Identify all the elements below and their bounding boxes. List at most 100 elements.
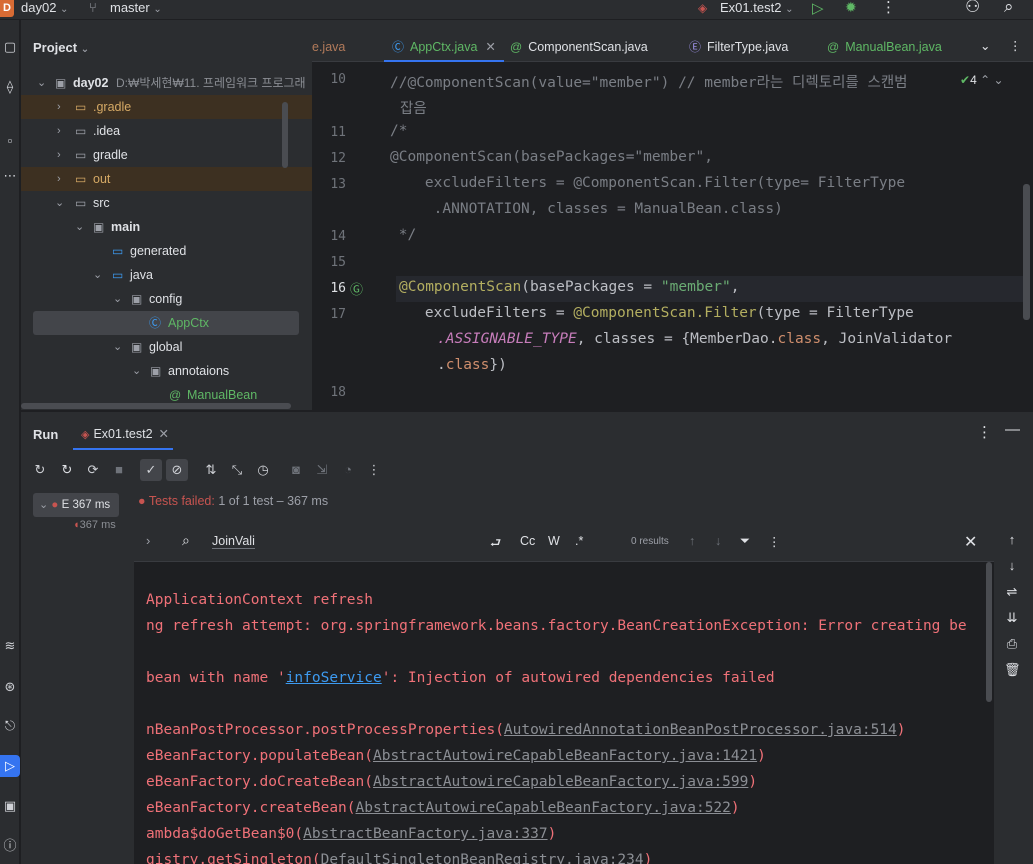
editor-tab[interactable]: @ ComponentScan.java [510, 20, 648, 62]
terminal-icon[interactable]: ⎋ [0, 715, 20, 737]
tree-item[interactable]: ⌄ ▭ src [21, 191, 312, 215]
regex-replace-icon[interactable]: ⮐ [490, 534, 501, 555]
chevron-down-icon[interactable]: ⌄ [39, 499, 48, 511]
chevron-right-icon[interactable]: › [57, 95, 61, 119]
console-link[interactable]: AbstractAutowireCapableBeanFactory.java:… [373, 748, 757, 764]
tree-item[interactable]: › ▭ .idea [21, 119, 312, 143]
rerun-failed-icon[interactable]: ↻ [56, 459, 78, 481]
spring-bean-gutter-icon[interactable]: Ⓖ [350, 279, 363, 298]
services-icon[interactable]: ⊛ [0, 676, 20, 698]
console-scrollbar[interactable] [986, 562, 992, 702]
more-icon[interactable]: ⋮ [768, 534, 781, 549]
whole-word-toggle[interactable]: W [548, 534, 560, 548]
chevron-down-icon[interactable]: ⌄ [994, 73, 1004, 87]
chevron-right-icon[interactable]: › [146, 533, 150, 548]
sort-icon[interactable]: ⇅ [200, 459, 222, 481]
rerun-icon[interactable]: ↻ [29, 459, 51, 481]
git-icon[interactable]: ⓘ [0, 835, 20, 857]
chevron-down-icon[interactable]: ⌄ [55, 191, 64, 215]
tree-item[interactable]: ⌄ ▭ java [21, 263, 312, 287]
editor-scrollbar[interactable] [1023, 184, 1030, 320]
arrow-up-icon[interactable]: ↑ [1004, 532, 1020, 547]
chevron-right-icon[interactable]: › [57, 143, 61, 167]
tab-run-config[interactable]: ◈ Ex01.test2 ✕ [73, 418, 174, 450]
console-link[interactable]: infoService [286, 670, 382, 686]
run-config-selector[interactable]: Ex01.test2 ⌄ [720, 0, 793, 15]
tree-item[interactable]: ⌄ ▣ global [21, 335, 312, 359]
import-icon[interactable]: ⇲ [311, 459, 333, 481]
trash-icon[interactable]: 🗑 [1004, 662, 1021, 678]
console-link[interactable]: DefaultSingletonBeanRegistry.java:234 [321, 852, 644, 864]
tabs-dropdown-icon[interactable]: ⌄ [980, 20, 990, 62]
arrow-down-icon[interactable]: ↓ [1004, 558, 1020, 573]
branch-icon[interactable]: ⑂ [89, 0, 97, 15]
chevron-right-icon[interactable]: › [57, 119, 61, 143]
test-tree-item[interactable]: ◖367 ms [73, 519, 116, 531]
more-icon[interactable]: ⋮ [363, 459, 385, 481]
minimize-icon[interactable]: — [1005, 421, 1020, 438]
soft-wrap-icon[interactable]: ⇌ [1004, 584, 1020, 600]
editor-tab[interactable]: e.java [312, 20, 345, 62]
more-icon[interactable]: ⋯ [0, 165, 20, 187]
commit-icon[interactable]: ⟠ [0, 76, 20, 98]
project-badge[interactable]: D [0, 0, 14, 17]
close-icon[interactable]: ✕ [964, 532, 977, 552]
history-icon[interactable]: ◷ [252, 459, 274, 481]
branch-switcher[interactable]: master ⌄ [110, 0, 162, 15]
tree-item[interactable]: › ▭ gradle [21, 143, 312, 167]
console-link[interactable]: AutowiredAnnotationBeanPostProcessor.jav… [504, 722, 897, 738]
console-link[interactable]: AbstractAutowireCapableBeanFactory.java:… [373, 774, 748, 790]
inspection-widget[interactable]: ✔4 ⌃ ⌄ [960, 73, 1004, 87]
run-button[interactable]: ▷ [812, 0, 824, 17]
arrow-down-icon[interactable]: ↓ [715, 534, 721, 548]
folder-icon[interactable]: ▢ [0, 36, 20, 58]
problems-icon[interactable]: ▣ [0, 795, 20, 817]
arrow-up-icon[interactable]: ↑ [689, 534, 695, 548]
chevron-down-icon[interactable]: ⌄ [113, 335, 122, 359]
more-icon[interactable]: ⋮ [1009, 20, 1022, 62]
editor-tab-active[interactable]: Ⓒ AppCtx.java ✕ [384, 20, 504, 62]
tree-item[interactable]: › ▭ .gradle [21, 95, 312, 119]
gauge-icon[interactable]: ◔ [337, 459, 359, 481]
close-icon[interactable]: ✕ [159, 427, 169, 441]
filter-icon[interactable]: ⏷ [740, 534, 750, 549]
layers-icon[interactable]: ≋ [0, 635, 20, 657]
debug-button[interactable]: ✹ [845, 0, 857, 16]
search-icon[interactable]: ⌕ [1004, 0, 1014, 17]
camera-icon[interactable]: ◙ [285, 459, 307, 481]
chevron-down-icon[interactable]: ⌄ [75, 215, 84, 239]
console-output[interactable]: › ⌕ JoinVali ⮐ Cc W .* 0 results ↑ ↓ ⏷ ⋮… [134, 522, 994, 864]
close-icon[interactable]: ✕ [485, 40, 495, 54]
project-panel-header[interactable]: Project ⌄ [33, 40, 89, 55]
structure-icon[interactable]: ▫ [0, 130, 20, 152]
add-user-icon[interactable]: ⚇ [965, 0, 980, 17]
console-link[interactable]: AbstractAutowireCapableBeanFactory.java:… [356, 800, 731, 816]
code-editor[interactable]: ✔4 ⌃ ⌄ 10 11 12 13 14 15 16 17 18 Ⓖ //@C… [312, 62, 1033, 411]
run-icon[interactable]: ▷ [0, 755, 20, 777]
console-link[interactable]: AbstractBeanFactory.java:337 [303, 826, 547, 842]
rerun-auto-icon[interactable]: ⟳ [82, 459, 104, 481]
tree-item[interactable]: › ▭ out [21, 167, 312, 191]
show-passed-icon[interactable]: ✓ [140, 459, 162, 481]
match-case-toggle[interactable]: Cc [520, 534, 535, 548]
find-input[interactable]: JoinVali [212, 534, 255, 549]
more-icon[interactable]: ⋮ [881, 0, 896, 16]
tree-item[interactable]: ⌄ ▣ annotaions [21, 359, 312, 383]
project-scrollbar[interactable] [282, 102, 288, 168]
tree-item[interactable]: ⌄ ▣ config [21, 287, 312, 311]
chevron-right-icon[interactable]: › [57, 167, 61, 191]
collapse-icon[interactable]: ⤡ [226, 459, 248, 481]
project-switcher[interactable]: day02 ⌄ [21, 0, 68, 15]
chevron-down-icon[interactable]: ⌄ [37, 71, 46, 95]
tree-item-root[interactable]: ⌄ ▣ day02 D:₩박세현₩11. 프레임워크 프로그래 [21, 71, 312, 95]
search-icon[interactable]: ⌕ [182, 532, 190, 549]
editor-tab[interactable]: @ ManualBean.java [827, 20, 942, 62]
tree-item[interactable]: ⌄ ▣ main [21, 215, 312, 239]
chevron-down-icon[interactable]: ⌄ [132, 359, 141, 383]
editor-tab[interactable]: Ⓔ FilterType.java [689, 20, 788, 62]
chevron-down-icon[interactable]: ⌄ [113, 287, 122, 311]
test-tree-root[interactable]: ⌄ ● E 367 ms [33, 493, 119, 517]
regex-toggle[interactable]: .* [575, 534, 583, 548]
scroll-to-end-icon[interactable]: ⇊ [1004, 610, 1020, 626]
project-horizontal-scrollbar[interactable] [21, 403, 291, 409]
